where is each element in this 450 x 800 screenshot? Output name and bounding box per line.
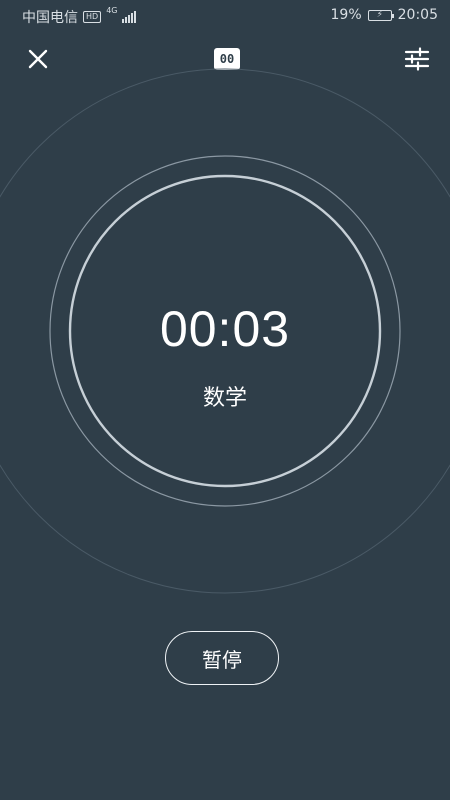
- status-bar: 中国电信 HD 4G 19% ⚡ 20:05: [0, 0, 450, 32]
- subject-label: 数学: [202, 386, 247, 411]
- signal-icon: [122, 11, 137, 23]
- network-type: 4G: [106, 6, 118, 15]
- battery-icon: ⚡: [367, 9, 394, 21]
- carrier-label: 中国电信: [22, 10, 78, 26]
- charging-icon: ⚡: [376, 9, 383, 20]
- pause-button[interactable]: 暂停: [165, 631, 279, 685]
- hd-badge: HD: [83, 11, 102, 23]
- clock-time: 20:05: [397, 7, 438, 23]
- elapsed-time: 00:03: [159, 301, 291, 357]
- status-left: 中国电信 HD 4G: [22, 6, 137, 27]
- status-right: 19% ⚡ 20:05: [331, 7, 438, 23]
- battery-percent: 19%: [330, 7, 362, 23]
